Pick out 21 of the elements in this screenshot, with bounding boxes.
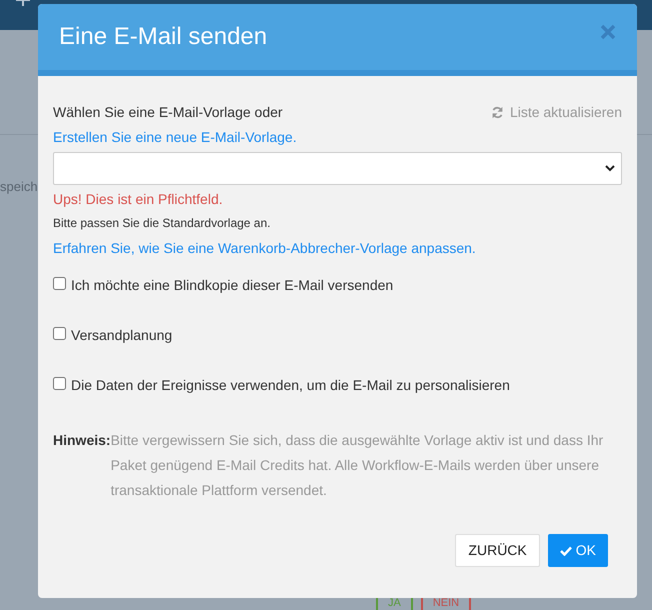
back-button[interactable]: ZURÜCK (455, 534, 540, 567)
checkbox-label: Ich möchte eine Blindkopie dieser E-Mail versenden (71, 276, 394, 295)
ok-button[interactable]: OK (548, 534, 608, 567)
checkbox-label: Die Daten der Ereignisse verwenden, um die E-Mail zu personalisieren (71, 376, 510, 395)
background-text: speich (0, 178, 38, 196)
refresh-icon (490, 106, 504, 119)
hint-label: Hinweis: (53, 431, 111, 450)
dialog-title: Eine E-Mail senden (59, 22, 268, 52)
hint-text: Bitte vergewissern Sie sich, dass die ausgewählte Vorlage aktiv ist und dass Ihr Paket genügend E-Mail Credits hat. Alle Workflow-E-Mails werden über unsere transaktionale Plattform versendet. (110, 431, 604, 500)
refresh-link[interactable]: Liste aktualisieren (490, 100, 622, 125)
help-link[interactable]: Erfahren Sie, wie Sie eine Warenkorb-Abbrecher-Vorlage anpassen. (53, 240, 476, 256)
create-template-link[interactable]: Erstellen Sie eine neue E-Mail-Vorlage. (53, 129, 297, 145)
checkbox-label: Versandplanung (71, 326, 172, 345)
checkbox[interactable] (53, 326, 66, 340)
error-message: Ups! Dies ist ein Pflichtfeld. (53, 190, 224, 209)
checkbox[interactable] (53, 276, 66, 290)
help-text: Bitte passen Sie die Standardvorlage an. (53, 216, 270, 230)
chevron-down-icon (605, 165, 615, 172)
checkbox[interactable] (53, 376, 66, 390)
intro-text: Wählen Sie eine E-Mail-Vorlage oder (53, 104, 283, 120)
check-icon (560, 546, 572, 556)
